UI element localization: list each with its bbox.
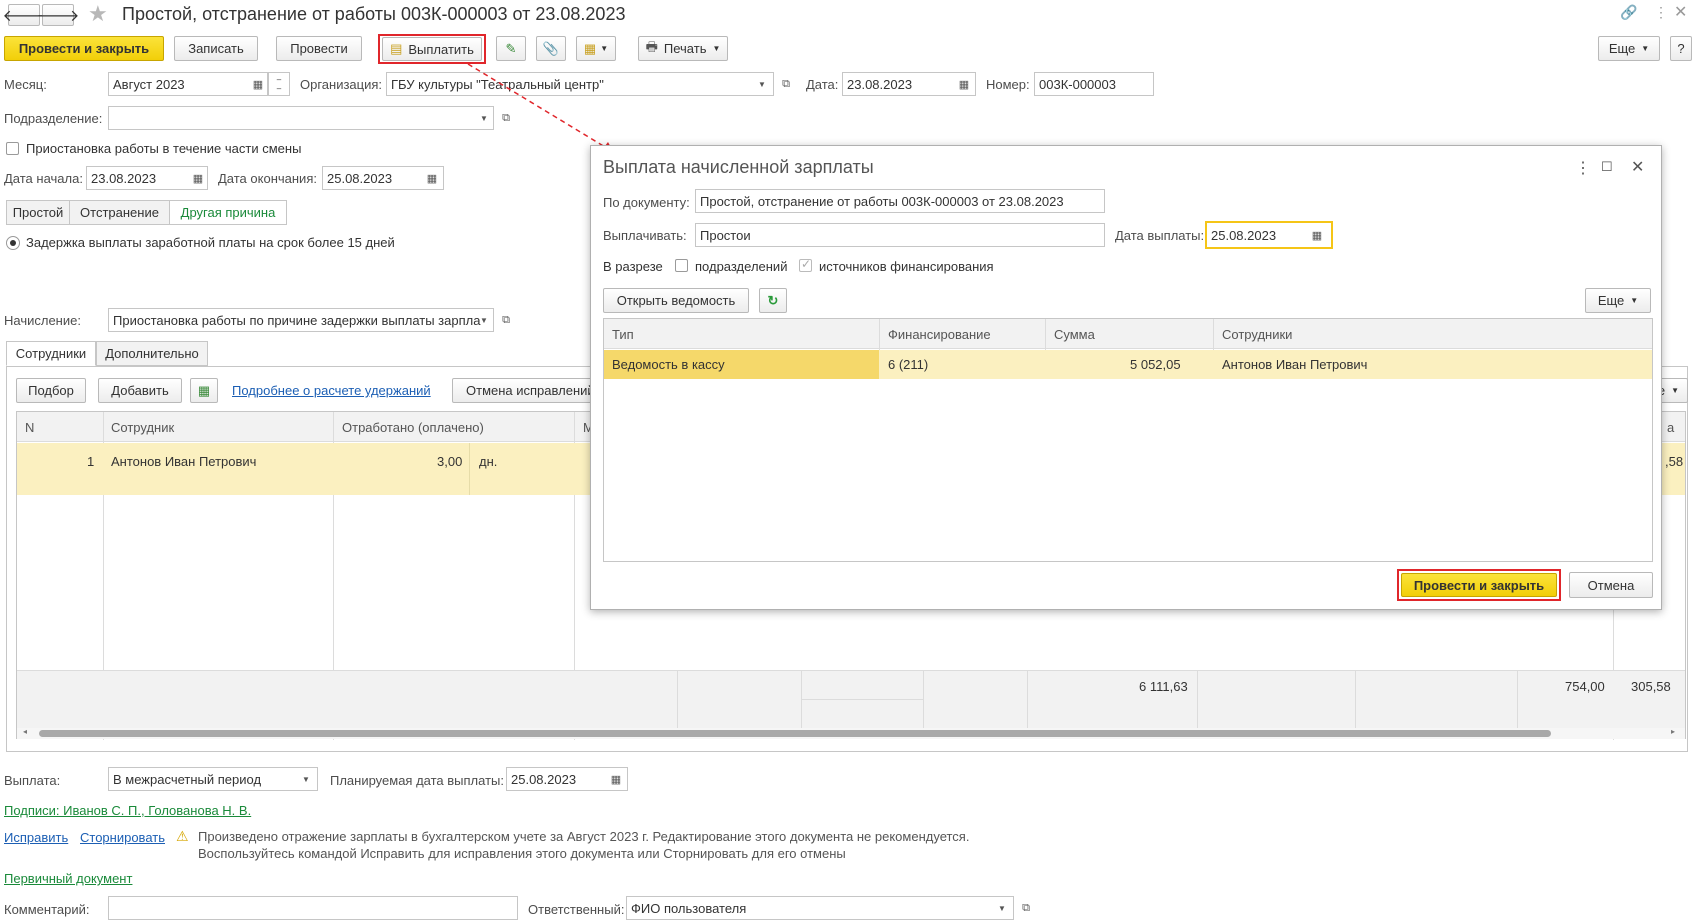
payment-dialog: Выплата начисленной зарплаты ⋮ ☐ ✕ По до… (590, 145, 1662, 610)
dialog-table-header (604, 319, 1652, 349)
open-sheet-button[interactable]: Открыть ведомость (603, 288, 749, 313)
col-type: Тип (612, 327, 634, 342)
col-financing: Финансирование (888, 327, 991, 342)
dialog-title: Выплата начисленной зарплаты (603, 157, 874, 177)
dialog-post-and-close-button[interactable]: Провести и закрыть (1401, 573, 1557, 597)
row-financing: 6 (211) (888, 357, 929, 372)
dialog-close-icon[interactable]: ✕ (1631, 157, 1644, 177)
dialog-doc-value: Простой, отстранение от работы 003К-0000… (700, 193, 1064, 209)
arrow-line (467, 63, 611, 151)
row-employees: Антонов Иван Петрович (1222, 357, 1368, 372)
dialog-paydate-value: 25.08.2023 (1211, 227, 1277, 243)
dialog-cancel-button[interactable]: Отмена (1569, 572, 1653, 598)
checkmark-icon: ✓ (801, 257, 812, 271)
row-sum: 5 052,05 (1130, 357, 1181, 372)
dialog-doc-field[interactable]: Простой, отстранение от работы 003К-0000… (695, 189, 1105, 213)
dialog-doc-label: По документу: (603, 195, 690, 210)
dept-checkbox-label: подразделений (695, 259, 788, 274)
sources-checkbox-label: источников финансирования (819, 259, 994, 274)
dialog-pay-value: Простои (700, 227, 751, 243)
refresh-button[interactable]: ↻ (759, 288, 787, 313)
chevron-down-icon: ▼ (1630, 296, 1639, 305)
row-type: Ведомость в кассу (612, 357, 725, 372)
dialog-more-label: Еще (1597, 293, 1625, 308)
refresh-icon: ↻ (767, 292, 779, 308)
dialog-table-row[interactable]: Ведомость в кассу 6 (211) 5 052,05 Антон… (604, 350, 1652, 379)
dialog-maximize-icon[interactable]: ☐ (1601, 159, 1613, 175)
dialog-pay-label: Выплачивать: (603, 228, 687, 243)
dialog-menu-icon[interactable]: ⋮ (1575, 158, 1591, 178)
dialog-more-button[interactable]: Еще ▼ (1585, 288, 1651, 313)
col-employees: Сотрудники (1222, 327, 1293, 342)
dialog-pay-field[interactable]: Простои (695, 223, 1105, 247)
dialog-paydate-label: Дата выплаты: (1115, 228, 1205, 243)
calendar-icon[interactable]: ▦ (1307, 224, 1327, 246)
dialog-table: Тип Финансирование Сумма Сотрудники Ведо… (603, 318, 1653, 562)
col-sum: Сумма (1054, 327, 1095, 342)
dialog-breakdown-label: В разрезе (603, 259, 663, 274)
sources-checkbox[interactable]: ✓ (799, 257, 812, 272)
dept-checkbox[interactable] (675, 259, 688, 272)
